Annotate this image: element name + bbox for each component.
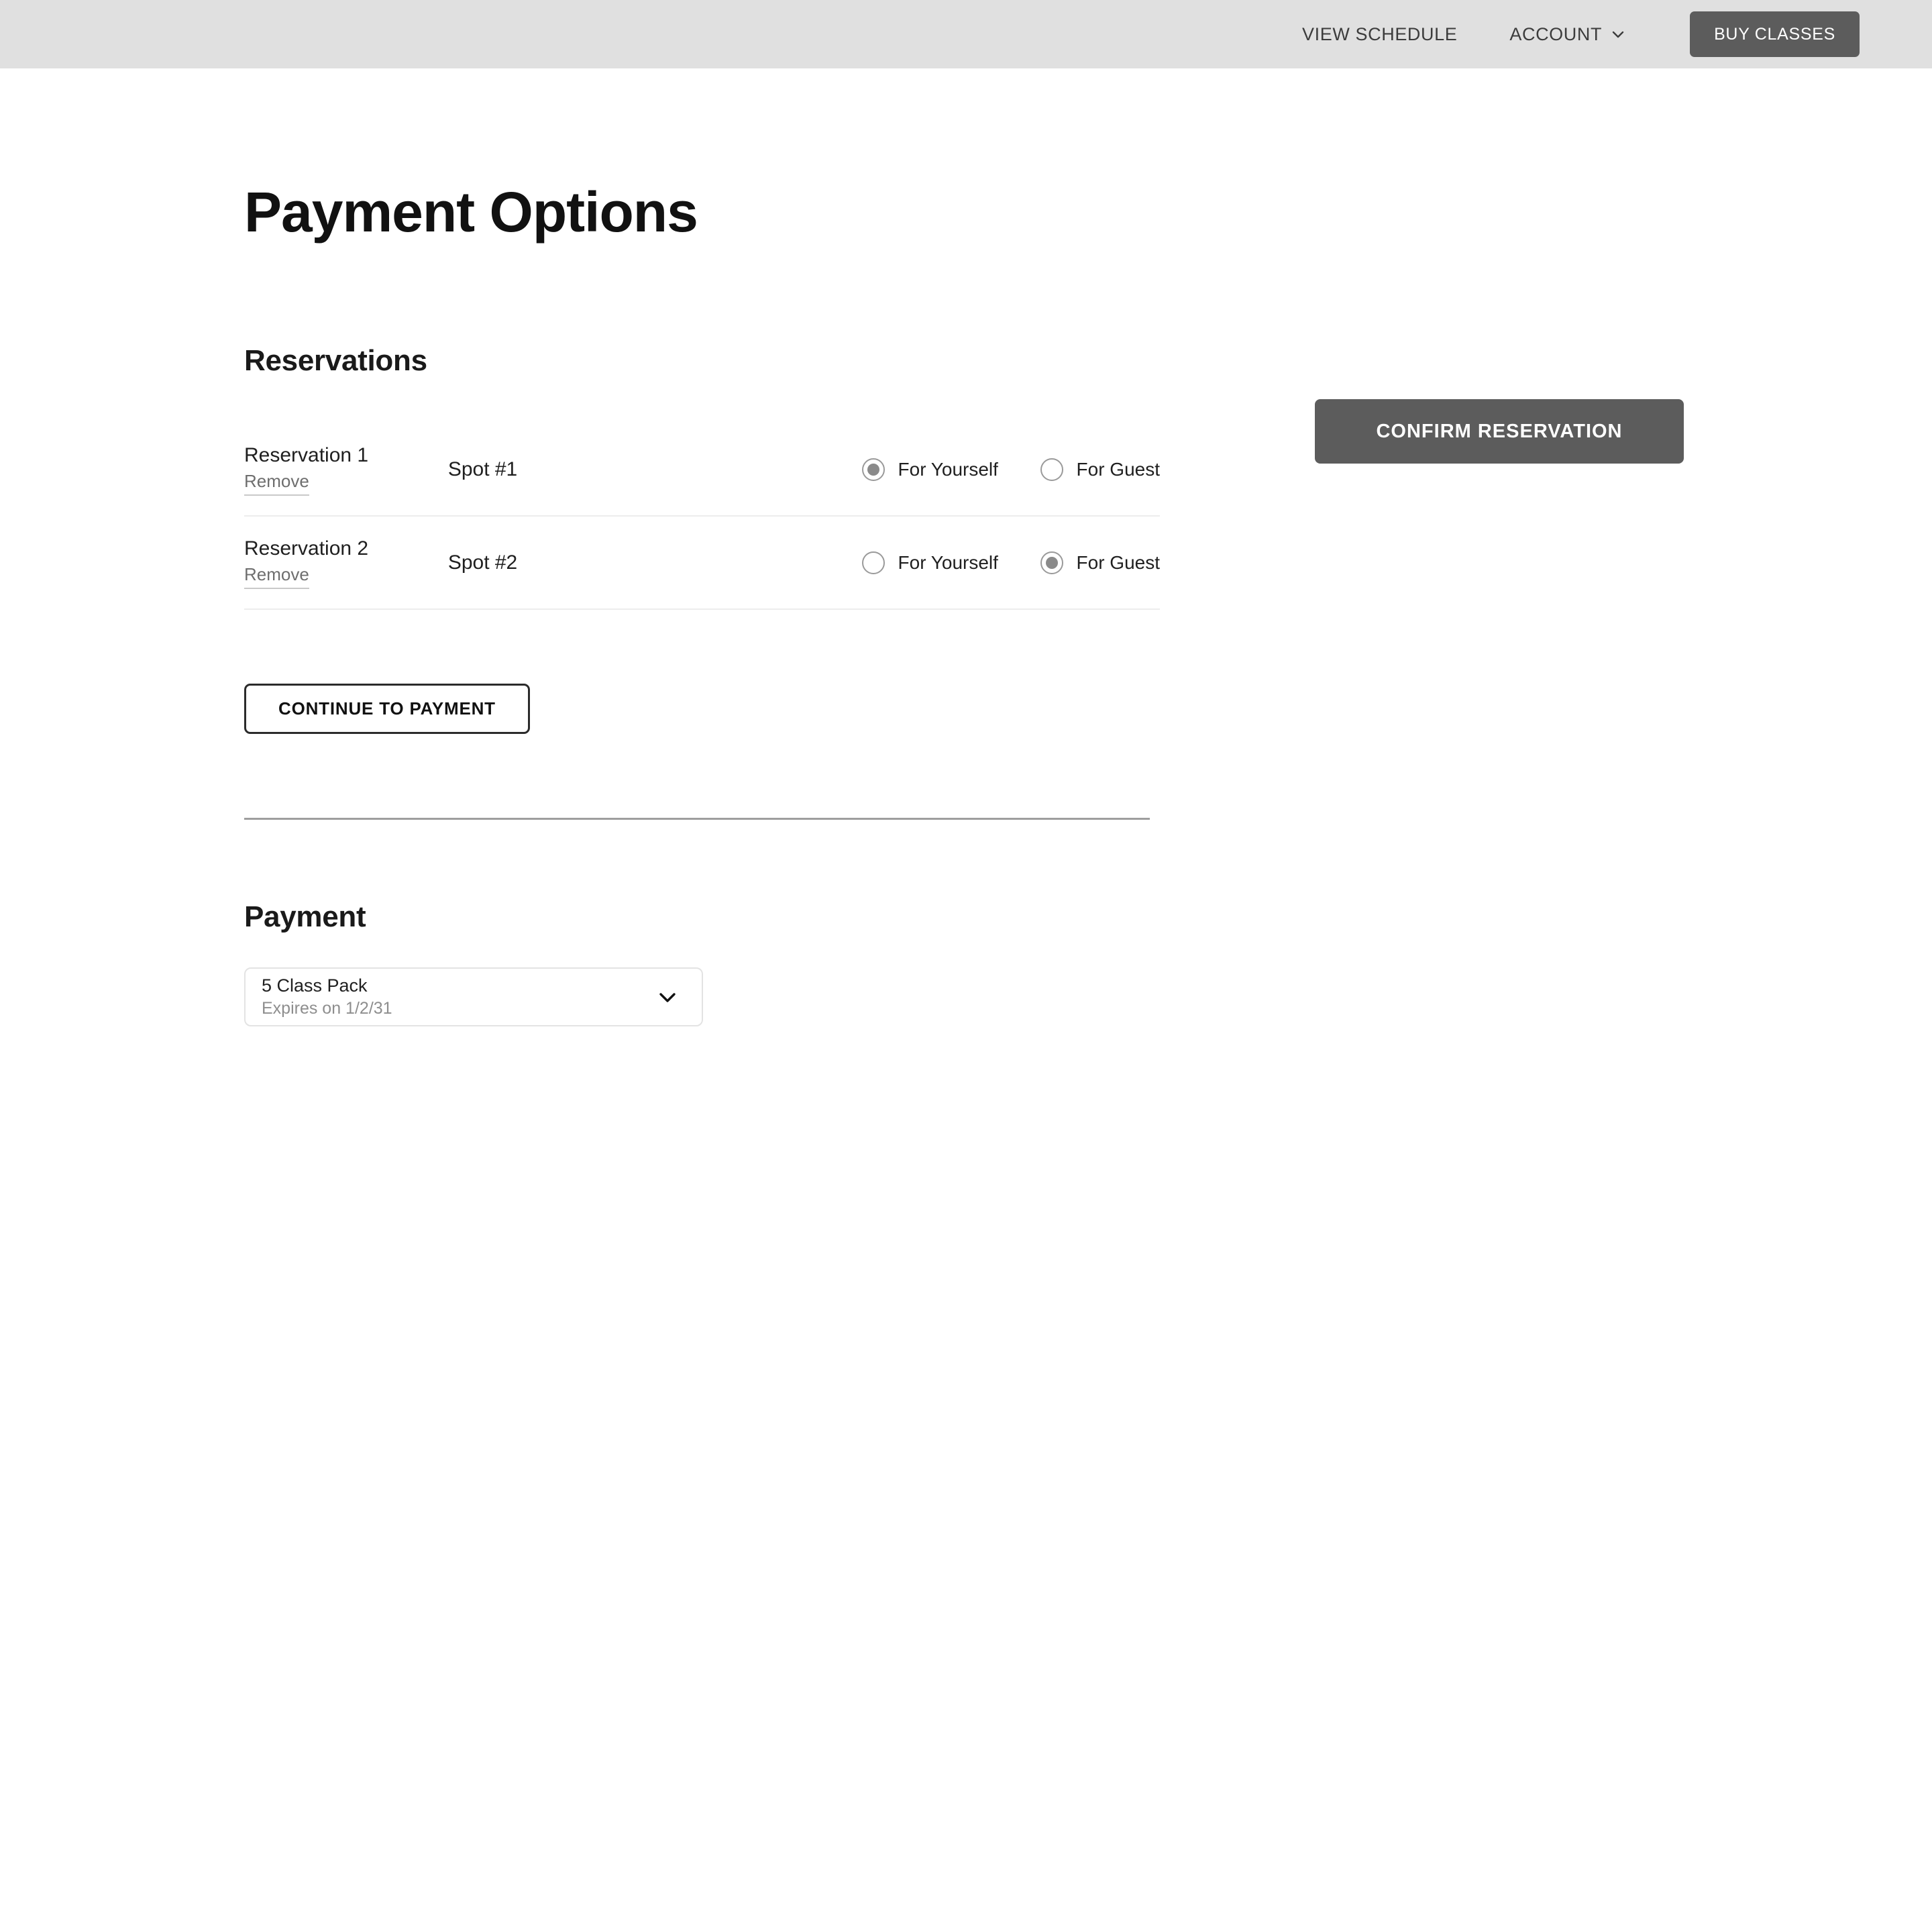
table-row: Reservation 2 Remove Spot #2 For Yoursel…: [244, 517, 1160, 610]
reservation-label-cell: Reservation 1 Remove: [244, 443, 407, 496]
confirm-reservation-button[interactable]: CONFIRM RESERVATION: [1315, 399, 1684, 464]
radio-option-for-guest[interactable]: For Guest: [1040, 551, 1160, 574]
radio-label-for-guest: For Guest: [1076, 458, 1160, 480]
reservation-recipient-radio-group: For Yourself For Guest: [861, 458, 1160, 481]
main-content: Payment Options Reservations Reservation…: [0, 68, 1932, 1026]
buy-classes-button[interactable]: BUY CLASSES: [1690, 11, 1860, 57]
payment-method-select[interactable]: 5 Class Pack Expires on 1/2/31: [244, 967, 703, 1026]
reservation-name: Reservation 1: [244, 444, 369, 467]
reservation-recipient-radio-group: For Yourself For Guest: [861, 551, 1160, 574]
radio-button-for-guest[interactable]: [1040, 458, 1063, 481]
reservation-spot: Spot #2: [447, 551, 518, 574]
nav-link-account-label: ACCOUNT: [1509, 23, 1603, 44]
payment-heading: Payment: [244, 900, 366, 933]
reservation-label-cell: Reservation 2 Remove: [244, 536, 407, 589]
page-title: Payment Options: [244, 180, 698, 244]
nav-item-account[interactable]: ACCOUNT: [1509, 24, 1625, 45]
radio-option-for-yourself[interactable]: For Yourself: [861, 551, 1008, 574]
radio-button-for-yourself[interactable]: [861, 551, 885, 574]
section-divider: [244, 818, 1150, 820]
reservation-name: Reservation 2: [244, 537, 369, 560]
payment-method-text: 5 Class Pack Expires on 1/2/31: [262, 975, 392, 1018]
table-row: Reservation 1 Remove Spot #1 For Yoursel…: [244, 423, 1160, 517]
remove-reservation-link[interactable]: Remove: [244, 564, 309, 589]
continue-to-payment-button[interactable]: CONTINUE TO PAYMENT: [244, 684, 530, 734]
nav-link-view-schedule[interactable]: VIEW SCHEDULE: [1302, 24, 1457, 45]
payment-pack-name: 5 Class Pack: [262, 975, 368, 996]
radio-button-for-guest[interactable]: [1040, 551, 1063, 574]
remove-reservation-link[interactable]: Remove: [244, 471, 309, 496]
payment-section: Payment 5 Class Pack Expires on 1/2/31: [244, 900, 1932, 1026]
radio-label-for-yourself: For Yourself: [898, 458, 998, 480]
radio-option-for-guest[interactable]: For Guest: [1040, 458, 1160, 481]
chevron-down-icon: [655, 984, 680, 1010]
page-body: Payment Options Reservations Reservation…: [0, 68, 1932, 1026]
site-header: VIEW SCHEDULE ACCOUNT BUY CLASSES: [0, 0, 1932, 68]
radio-option-for-yourself[interactable]: For Yourself: [861, 458, 1008, 481]
reservations-heading: Reservations: [244, 344, 427, 377]
chevron-down-icon: [1611, 27, 1625, 42]
radio-label-for-yourself: For Yourself: [898, 551, 998, 573]
reservations-table: Reservation 1 Remove Spot #1 For Yoursel…: [244, 423, 1160, 610]
radio-button-for-yourself[interactable]: [861, 458, 885, 481]
radio-label-for-guest: For Guest: [1076, 551, 1160, 573]
payment-pack-expiry: Expires on 1/2/31: [262, 999, 392, 1018]
reservation-spot: Spot #1: [447, 458, 518, 480]
